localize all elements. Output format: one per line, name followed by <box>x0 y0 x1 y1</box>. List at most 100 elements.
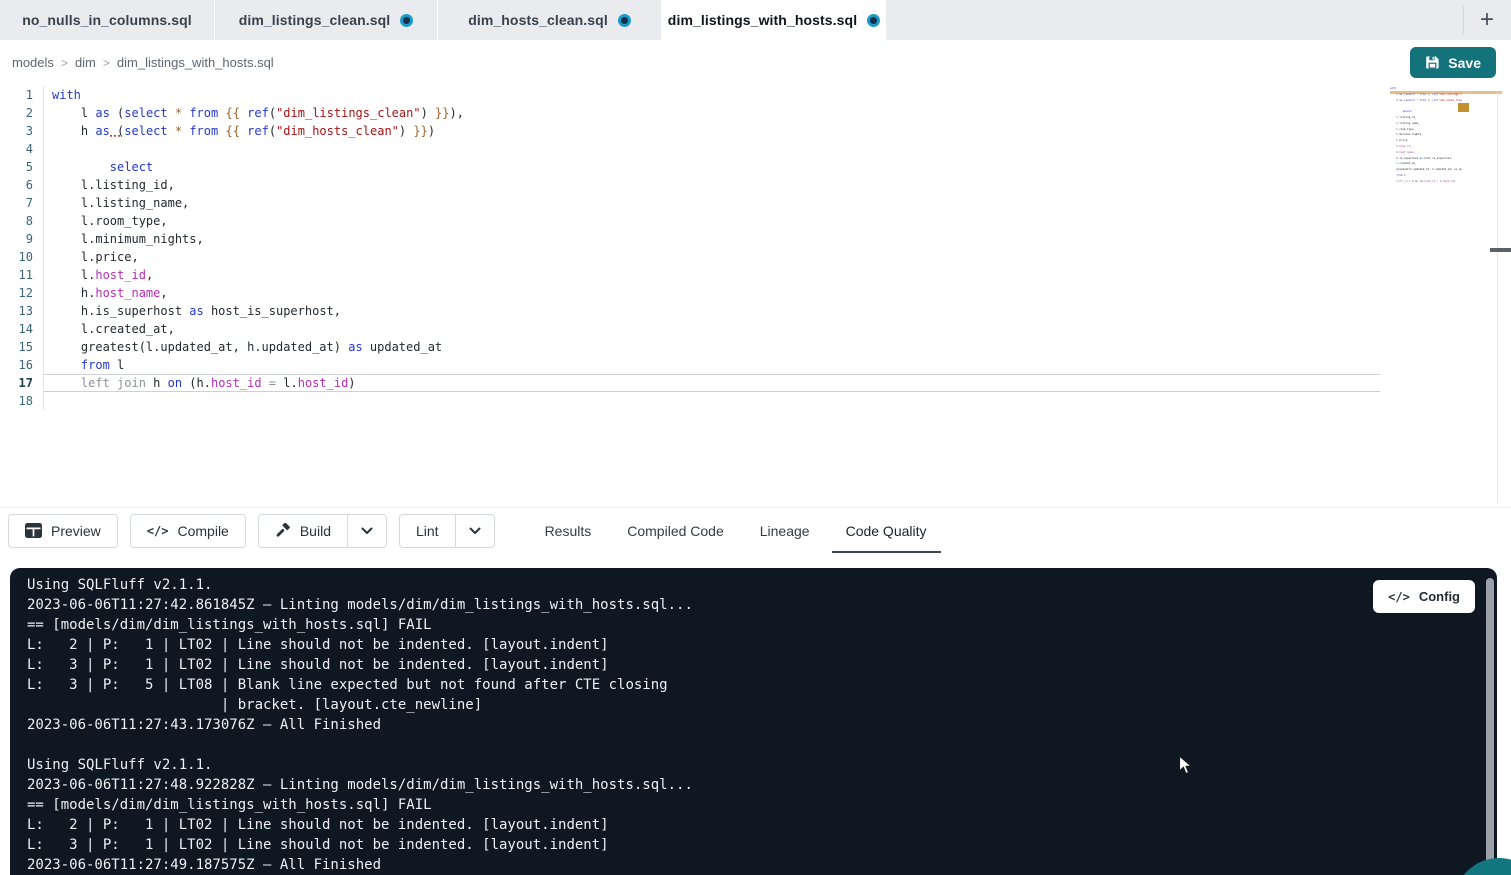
line-number: 9 <box>0 230 44 248</box>
code-line[interactable]: 8 l.room_type, <box>0 212 1380 230</box>
code-text: h as (select * from {{ ref("dim_hosts_cl… <box>44 122 1380 140</box>
code-text: l.listing_id, <box>44 176 1380 194</box>
line-number: 11 <box>0 266 44 284</box>
file-tab[interactable]: dim_listings_with_hosts.sql <box>662 0 886 40</box>
tab-label: no_nulls_in_columns.sql <box>22 12 192 28</box>
bottom-panel: Using SQLFluff v2.1.1.2023-06-06T11:27:4… <box>0 553 1511 875</box>
editor-tab-bar: no_nulls_in_columns.sql dim_listings_clea… <box>0 0 1511 40</box>
terminal-line: L: 2 | P: 1 | LT02 | Line should not be … <box>27 815 1497 835</box>
code-text: greatest(l.updated_at, h.updated_at) as … <box>44 338 1380 356</box>
save-button[interactable]: Save <box>1410 47 1496 78</box>
code-text: with <box>44 86 1380 104</box>
code-line[interactable]: 3 h as (select * from {{ ref("dim_hosts_… <box>0 122 1380 140</box>
terminal-line: Using SQLFluff v2.1.1. <box>27 755 1497 775</box>
line-number: 5 <box>0 158 44 176</box>
breadcrumb-item[interactable]: models <box>12 55 54 70</box>
floppy-disk-icon <box>1425 55 1440 70</box>
line-number: 2 <box>0 104 44 122</box>
line-number: 16 <box>0 356 44 374</box>
tab-label: dim_hosts_clean.sql <box>468 12 608 28</box>
terminal-line: 2023-06-06T11:27:49.187575Z — All Finish… <box>27 855 1497 875</box>
breadcrumb-separator-icon: > <box>103 56 110 70</box>
terminal-line: 2023-06-06T11:27:42.861845Z — Linting mo… <box>27 595 1497 615</box>
code-line[interactable]: 15 greatest(l.updated_at, h.updated_at) … <box>0 338 1380 356</box>
tab-label: dim_listings_with_hosts.sql <box>668 12 857 28</box>
code-text: select <box>44 158 1380 176</box>
code-text: l.minimum_nights, <box>44 230 1380 248</box>
line-number: 8 <box>0 212 44 230</box>
panel-tabs: ResultsCompiled CodeLineageCode Quality <box>531 508 949 554</box>
breadcrumb-separator-icon: > <box>61 56 68 70</box>
code-text <box>44 392 1380 410</box>
line-number: 12 <box>0 284 44 302</box>
unsaved-changes-icon[interactable] <box>867 14 880 27</box>
terminal-line: L: 2 | P: 1 | LT02 | Line should not be … <box>27 635 1497 655</box>
terminal-line: 2023-06-06T11:27:48.922828Z — Linting mo… <box>27 775 1497 795</box>
code-text: from l <box>44 356 1380 374</box>
build-dropdown-button[interactable] <box>347 514 387 548</box>
code-line[interactable]: 18 <box>0 392 1380 410</box>
tab-code-quality[interactable]: Code Quality <box>832 508 941 554</box>
terminal-line: L: 3 | P: 5 | LT08 | Blank line expected… <box>27 675 1497 695</box>
terminal-scrollbar[interactable] <box>1486 578 1494 866</box>
code-line[interactable]: 14 l.created_at, <box>0 320 1380 338</box>
code-line[interactable]: 9 l.minimum_nights, <box>0 230 1380 248</box>
code-text: l.host_id, <box>44 266 1380 284</box>
code-line[interactable]: 11 l.host_id, <box>0 266 1380 284</box>
line-number: 1 <box>0 86 44 104</box>
build-button[interactable]: Build <box>258 514 348 548</box>
code-line[interactable]: 16 from l <box>0 356 1380 374</box>
tab-lineage[interactable]: Lineage <box>746 508 824 554</box>
file-header-bar: models > dim > dim_listings_with_hosts.sql S… <box>0 40 1511 85</box>
code-line[interactable]: 17 left join h on (h.host_id = l.host_id… <box>0 374 1380 392</box>
unsaved-changes-icon[interactable] <box>618 14 631 27</box>
build-split-button: Build <box>258 514 387 548</box>
code-brackets-icon: </> <box>147 524 169 538</box>
minimap[interactable]: with l as (select * from {{ ref("dim_lis… <box>1390 86 1462 198</box>
tab-results[interactable]: Results <box>531 508 606 554</box>
scroll-position-marker[interactable] <box>1490 248 1511 252</box>
code-line[interactable]: 6 l.listing_id, <box>0 176 1380 194</box>
hammer-icon <box>275 523 291 539</box>
terminal-output[interactable]: Using SQLFluff v2.1.1.2023-06-06T11:27:4… <box>10 568 1497 875</box>
code-line[interactable]: 7 l.listing_name, <box>0 194 1380 212</box>
file-tab[interactable]: dim_listings_clean.sql <box>215 0 438 40</box>
overview-ruler <box>1497 93 1498 503</box>
compile-label: Compile <box>177 523 228 539</box>
code-line[interactable]: 1with <box>0 86 1380 104</box>
code-brackets-icon: </> <box>1388 590 1410 604</box>
line-number: 3 <box>0 122 44 140</box>
code-line[interactable]: 5 select <box>0 158 1380 176</box>
compile-button[interactable]: </> Compile <box>130 514 246 548</box>
preview-button[interactable]: Preview <box>8 514 118 548</box>
code-line[interactable]: 13 h.is_superhost as host_is_superhost, <box>0 302 1380 320</box>
unsaved-changes-icon[interactable] <box>400 14 413 27</box>
code-editor[interactable]: 1with2 l as (select * from {{ ref("dim_l… <box>0 85 1511 507</box>
line-number: 7 <box>0 194 44 212</box>
line-number: 4 <box>0 140 44 158</box>
tab-compiled-code[interactable]: Compiled Code <box>613 508 738 554</box>
chevron-down-icon <box>361 527 373 535</box>
file-tab[interactable]: dim_hosts_clean.sql <box>438 0 662 40</box>
code-text <box>44 140 1380 158</box>
lint-split-button: Lint <box>399 514 495 548</box>
preview-label: Preview <box>51 523 101 539</box>
code-line[interactable]: 10 l.price, <box>0 248 1380 266</box>
code-line[interactable]: 2 l as (select * from {{ ref("dim_listin… <box>0 104 1380 122</box>
save-label: Save <box>1448 55 1481 71</box>
lint-button[interactable]: Lint <box>399 514 456 548</box>
code-line[interactable]: 4 <box>0 140 1380 158</box>
lint-dropdown-button[interactable] <box>455 514 495 548</box>
dbt-ide-app: no_nulls_in_columns.sql dim_listings_clea… <box>0 0 1511 875</box>
build-label: Build <box>300 523 331 539</box>
breadcrumb-item[interactable]: dim_listings_with_hosts.sql <box>117 55 274 70</box>
breadcrumb: models > dim > dim_listings_with_hosts.sql <box>0 55 274 70</box>
terminal-line: L: 3 | P: 1 | LT02 | Line should not be … <box>27 655 1497 675</box>
config-button[interactable]: </> Config <box>1373 580 1475 613</box>
terminal-line: Using SQLFluff v2.1.1. <box>27 575 1497 595</box>
tabbar-divider <box>1463 6 1464 34</box>
breadcrumb-item[interactable]: dim <box>75 55 96 70</box>
file-tab[interactable]: no_nulls_in_columns.sql <box>0 0 215 40</box>
new-tab-button[interactable]: + <box>1471 4 1503 36</box>
code-line[interactable]: 12 h.host_name, <box>0 284 1380 302</box>
